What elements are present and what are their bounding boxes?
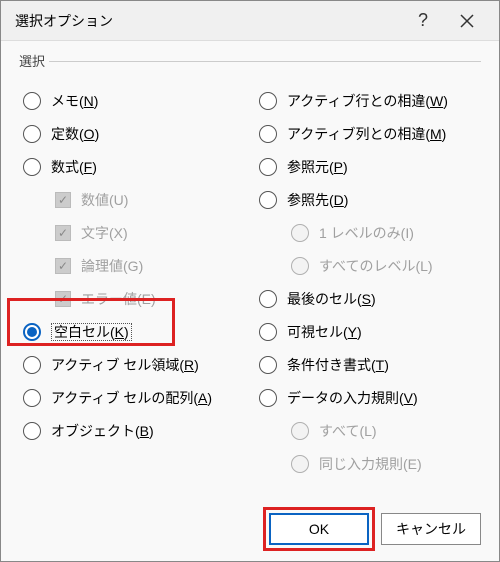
radio-icon (259, 92, 277, 110)
label-errors: エラー値(E) (81, 289, 156, 309)
label-last-cell: 最後のセル(S) (287, 289, 376, 309)
checkbox-icon: ✓ (55, 291, 71, 307)
check-errors: ✓ エラー値(E) (19, 282, 245, 315)
radio-icon (259, 158, 277, 176)
radio-visible-cells[interactable]: 可視セル(Y) (255, 315, 481, 348)
label-dependents: 参照先(D) (287, 190, 348, 210)
radio-formulas[interactable]: 数式(F) (19, 150, 245, 183)
label-logicals: 論理値(G) (81, 256, 143, 276)
radio-validation-all: すべて(L) (255, 414, 481, 447)
radio-conditional-formats[interactable]: 条件付き書式(T) (255, 348, 481, 381)
label-current-array: アクティブ セルの配列(A) (51, 388, 212, 408)
ok-button[interactable]: OK (269, 513, 369, 545)
radio-blanks[interactable]: 空白セル(K) (19, 315, 245, 348)
right-column: アクティブ行との相違(W) アクティブ列との相違(M) 参照元(P) 参照先(D… (255, 84, 481, 480)
goto-special-dialog: 選択オプション ? 選択 メモ(N) 定数(O) (0, 0, 500, 562)
radio-current-array[interactable]: アクティブ セルの配列(A) (19, 381, 245, 414)
radio-icon (259, 290, 277, 308)
check-text: ✓ 文字(X) (19, 216, 245, 249)
label-col-differences: アクティブ列との相違(M) (287, 124, 446, 144)
label-precedents: 参照元(P) (287, 157, 348, 177)
label-data-validation: データの入力規則(V) (287, 388, 418, 408)
label-validation-same: 同じ入力規則(E) (319, 454, 422, 474)
help-button[interactable]: ? (401, 2, 445, 40)
checkbox-icon: ✓ (55, 192, 71, 208)
dialog-title: 選択オプション (11, 11, 401, 31)
radio-icon (23, 356, 41, 374)
radio-icon (291, 257, 309, 275)
label-text: 文字(X) (81, 223, 128, 243)
radio-icon (291, 455, 309, 473)
radio-level-all: すべてのレベル(L) (255, 249, 481, 282)
button-row: OK キャンセル (1, 501, 499, 561)
close-icon (460, 14, 474, 28)
radio-icon (259, 323, 277, 341)
label-level-direct: 1 レベルのみ(I) (319, 223, 414, 243)
label-level-all: すべてのレベル(L) (319, 256, 433, 276)
radio-icon (259, 191, 277, 209)
radio-icon (23, 323, 41, 341)
label-numbers: 数値(U) (81, 190, 128, 210)
radio-data-validation[interactable]: データの入力規則(V) (255, 381, 481, 414)
radio-level-direct: 1 レベルのみ(I) (255, 216, 481, 249)
titlebar: 選択オプション ? (1, 1, 499, 41)
radio-current-region[interactable]: アクティブ セル領域(R) (19, 348, 245, 381)
checkbox-icon: ✓ (55, 225, 71, 241)
label-objects: オブジェクト(B) (51, 421, 154, 441)
label-formulas: 数式(F) (51, 157, 97, 177)
radio-icon (291, 422, 309, 440)
radio-precedents[interactable]: 参照元(P) (255, 150, 481, 183)
cancel-button[interactable]: キャンセル (381, 513, 481, 545)
radio-memo[interactable]: メモ(N) (19, 84, 245, 117)
label-conditional-formats: 条件付き書式(T) (287, 355, 389, 375)
radio-icon (291, 224, 309, 242)
radio-constants[interactable]: 定数(O) (19, 117, 245, 150)
label-constants: 定数(O) (51, 124, 99, 144)
radio-col-differences[interactable]: アクティブ列との相違(M) (255, 117, 481, 150)
radio-icon (23, 158, 41, 176)
close-button[interactable] (445, 2, 489, 40)
radio-objects[interactable]: オブジェクト(B) (19, 414, 245, 447)
group-divider (49, 61, 481, 62)
radio-icon (259, 356, 277, 374)
check-numbers: ✓ 数値(U) (19, 183, 245, 216)
left-column: メモ(N) 定数(O) 数式(F) ✓ 数値(U) ✓ 文字(X) (19, 84, 245, 480)
radio-icon (23, 422, 41, 440)
radio-dependents[interactable]: 参照先(D) (255, 183, 481, 216)
label-validation-all: すべて(L) (319, 421, 377, 441)
radio-icon (259, 389, 277, 407)
label-memo: メモ(N) (51, 91, 98, 111)
radio-icon (259, 125, 277, 143)
content-area: 選択 メモ(N) 定数(O) 数式(F) ✓ 数値 (1, 41, 499, 501)
radio-icon (23, 92, 41, 110)
label-visible-cells: 可視セル(Y) (287, 322, 362, 342)
check-logicals: ✓ 論理値(G) (19, 249, 245, 282)
checkbox-icon: ✓ (55, 258, 71, 274)
label-current-region: アクティブ セル領域(R) (51, 355, 199, 375)
radio-row-differences[interactable]: アクティブ行との相違(W) (255, 84, 481, 117)
label-row-differences: アクティブ行との相違(W) (287, 91, 448, 111)
radio-last-cell[interactable]: 最後のセル(S) (255, 282, 481, 315)
radio-icon (23, 389, 41, 407)
radio-icon (23, 125, 41, 143)
radio-validation-same: 同じ入力規則(E) (255, 447, 481, 480)
label-blanks: 空白セル(K) (51, 322, 132, 342)
